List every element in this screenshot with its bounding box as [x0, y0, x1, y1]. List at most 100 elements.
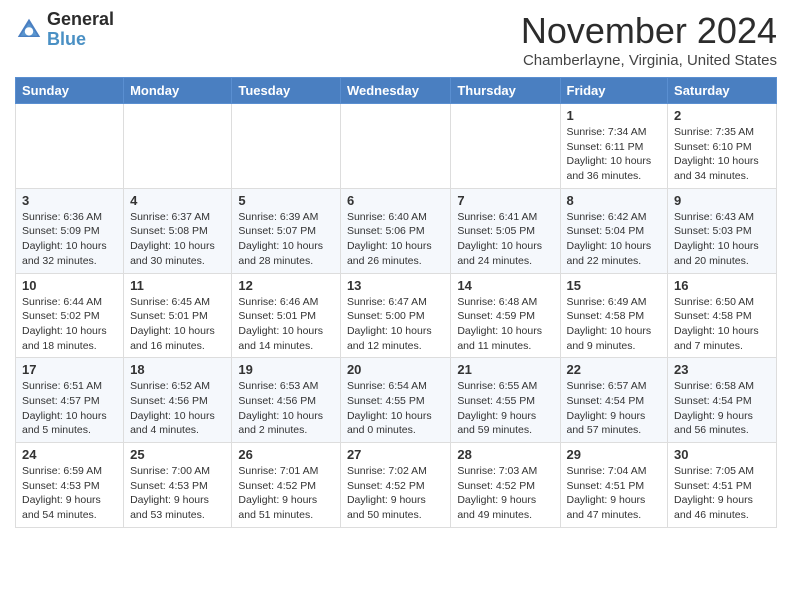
day-number: 9: [674, 193, 770, 208]
day-number: 5: [238, 193, 334, 208]
logo: General Blue: [15, 10, 114, 50]
col-tuesday: Tuesday: [232, 78, 341, 104]
day-info: Sunrise: 6:39 AM Sunset: 5:07 PM Dayligh…: [238, 210, 334, 269]
day-number: 27: [347, 447, 444, 462]
day-info: Sunrise: 6:40 AM Sunset: 5:06 PM Dayligh…: [347, 210, 444, 269]
day-info: Sunrise: 6:42 AM Sunset: 5:04 PM Dayligh…: [567, 210, 662, 269]
day-number: 21: [457, 362, 553, 377]
day-number: 10: [22, 278, 117, 293]
day-number: 20: [347, 362, 444, 377]
day-info: Sunrise: 6:44 AM Sunset: 5:02 PM Dayligh…: [22, 295, 117, 354]
day-cell-1-5: 8 Sunrise: 6:42 AM Sunset: 5:04 PM Daylig…: [560, 188, 668, 273]
day-cell-1-0: 3 Sunrise: 6:36 AM Sunset: 5:09 PM Daylig…: [16, 188, 124, 273]
day-info: Sunrise: 6:54 AM Sunset: 4:55 PM Dayligh…: [347, 379, 444, 438]
day-cell-3-5: 22 Sunrise: 6:57 AM Sunset: 4:54 PM Dayli…: [560, 358, 668, 443]
day-info: Sunrise: 6:58 AM Sunset: 4:54 PM Dayligh…: [674, 379, 770, 438]
col-saturday: Saturday: [668, 78, 777, 104]
day-number: 2: [674, 108, 770, 123]
day-cell-3-6: 23 Sunrise: 6:58 AM Sunset: 4:54 PM Dayli…: [668, 358, 777, 443]
day-cell-1-6: 9 Sunrise: 6:43 AM Sunset: 5:03 PM Daylig…: [668, 188, 777, 273]
day-info: Sunrise: 7:04 AM Sunset: 4:51 PM Dayligh…: [567, 464, 662, 523]
day-cell-2-2: 12 Sunrise: 6:46 AM Sunset: 5:01 PM Dayli…: [232, 273, 341, 358]
calendar-header-row: Sunday Monday Tuesday Wednesday Thursday…: [16, 78, 777, 104]
day-cell-2-6: 16 Sunrise: 6:50 AM Sunset: 4:58 PM Dayli…: [668, 273, 777, 358]
day-cell-3-3: 20 Sunrise: 6:54 AM Sunset: 4:55 PM Dayli…: [340, 358, 450, 443]
day-number: 8: [567, 193, 662, 208]
day-cell-0-6: 2 Sunrise: 7:35 AM Sunset: 6:10 PM Daylig…: [668, 104, 777, 189]
day-number: 30: [674, 447, 770, 462]
day-info: Sunrise: 6:36 AM Sunset: 5:09 PM Dayligh…: [22, 210, 117, 269]
page: General Blue November 2024 Chamberlayne,…: [0, 0, 792, 538]
day-info: Sunrise: 7:35 AM Sunset: 6:10 PM Dayligh…: [674, 125, 770, 184]
day-number: 7: [457, 193, 553, 208]
day-info: Sunrise: 6:46 AM Sunset: 5:01 PM Dayligh…: [238, 295, 334, 354]
day-info: Sunrise: 6:57 AM Sunset: 4:54 PM Dayligh…: [567, 379, 662, 438]
day-number: 14: [457, 278, 553, 293]
calendar: Sunday Monday Tuesday Wednesday Thursday…: [15, 77, 777, 528]
day-number: 11: [130, 278, 225, 293]
day-number: 19: [238, 362, 334, 377]
week-row-3: 10 Sunrise: 6:44 AM Sunset: 5:02 PM Dayli…: [16, 273, 777, 358]
day-info: Sunrise: 7:00 AM Sunset: 4:53 PM Dayligh…: [130, 464, 225, 523]
day-number: 23: [674, 362, 770, 377]
day-cell-0-5: 1 Sunrise: 7:34 AM Sunset: 6:11 PM Daylig…: [560, 104, 668, 189]
week-row-2: 3 Sunrise: 6:36 AM Sunset: 5:09 PM Daylig…: [16, 188, 777, 273]
day-number: 24: [22, 447, 117, 462]
week-row-5: 24 Sunrise: 6:59 AM Sunset: 4:53 PM Dayli…: [16, 443, 777, 528]
logo-icon: [15, 16, 43, 44]
week-row-1: 1 Sunrise: 7:34 AM Sunset: 6:11 PM Daylig…: [16, 104, 777, 189]
day-info: Sunrise: 6:43 AM Sunset: 5:03 PM Dayligh…: [674, 210, 770, 269]
week-row-4: 17 Sunrise: 6:51 AM Sunset: 4:57 PM Dayli…: [16, 358, 777, 443]
month-title: November 2024: [521, 10, 777, 52]
day-cell-3-0: 17 Sunrise: 6:51 AM Sunset: 4:57 PM Dayli…: [16, 358, 124, 443]
day-number: 22: [567, 362, 662, 377]
day-info: Sunrise: 6:51 AM Sunset: 4:57 PM Dayligh…: [22, 379, 117, 438]
logo-text: General Blue: [47, 10, 114, 50]
col-friday: Friday: [560, 78, 668, 104]
col-thursday: Thursday: [451, 78, 560, 104]
day-cell-2-0: 10 Sunrise: 6:44 AM Sunset: 5:02 PM Dayli…: [16, 273, 124, 358]
day-info: Sunrise: 6:59 AM Sunset: 4:53 PM Dayligh…: [22, 464, 117, 523]
day-info: Sunrise: 6:55 AM Sunset: 4:55 PM Dayligh…: [457, 379, 553, 438]
day-cell-4-1: 25Sunrise: 7:00 AM Sunset: 4:53 PM Dayli…: [124, 443, 232, 528]
day-info: Sunrise: 6:50 AM Sunset: 4:58 PM Dayligh…: [674, 295, 770, 354]
location: Chamberlayne, Virginia, United States: [521, 52, 777, 69]
day-cell-3-1: 18Sunrise: 6:52 AM Sunset: 4:56 PM Dayli…: [124, 358, 232, 443]
day-cell-2-5: 15Sunrise: 6:49 AM Sunset: 4:58 PM Dayli…: [560, 273, 668, 358]
day-info: Sunrise: 6:49 AM Sunset: 4:58 PM Dayligh…: [567, 295, 662, 354]
day-number: 12: [238, 278, 334, 293]
day-info: Sunrise: 6:48 AM Sunset: 4:59 PM Dayligh…: [457, 295, 553, 354]
day-info: Sunrise: 7:05 AM Sunset: 4:51 PM Dayligh…: [674, 464, 770, 523]
day-info: Sunrise: 7:02 AM Sunset: 4:52 PM Dayligh…: [347, 464, 444, 523]
day-cell-0-0: [16, 104, 124, 189]
day-number: 4: [130, 193, 225, 208]
day-number: 3: [22, 193, 117, 208]
day-cell-1-3: 6Sunrise: 6:40 AM Sunset: 5:06 PM Daylig…: [340, 188, 450, 273]
day-cell-4-2: 26 Sunrise: 7:01 AM Sunset: 4:52 PM Dayli…: [232, 443, 341, 528]
day-info: Sunrise: 7:03 AM Sunset: 4:52 PM Dayligh…: [457, 464, 553, 523]
day-number: 17: [22, 362, 117, 377]
day-info: Sunrise: 6:52 AM Sunset: 4:56 PM Dayligh…: [130, 379, 225, 438]
day-info: Sunrise: 7:34 AM Sunset: 6:11 PM Dayligh…: [567, 125, 662, 184]
day-cell-0-4: [451, 104, 560, 189]
logo-line1: General: [47, 10, 114, 30]
day-cell-2-3: 13 Sunrise: 6:47 AM Sunset: 5:00 PM Dayli…: [340, 273, 450, 358]
day-info: Sunrise: 7:01 AM Sunset: 4:52 PM Dayligh…: [238, 464, 334, 523]
day-cell-0-3: [340, 104, 450, 189]
day-cell-2-1: 11 Sunrise: 6:45 AM Sunset: 5:01 PM Dayli…: [124, 273, 232, 358]
day-cell-4-4: 28Sunrise: 7:03 AM Sunset: 4:52 PM Dayli…: [451, 443, 560, 528]
day-cell-0-1: [124, 104, 232, 189]
day-number: 13: [347, 278, 444, 293]
day-cell-4-5: 29 Sunrise: 7:04 AM Sunset: 4:51 PM Dayli…: [560, 443, 668, 528]
day-info: Sunrise: 6:45 AM Sunset: 5:01 PM Dayligh…: [130, 295, 225, 354]
day-number: 29: [567, 447, 662, 462]
day-info: Sunrise: 6:53 AM Sunset: 4:56 PM Dayligh…: [238, 379, 334, 438]
day-info: Sunrise: 6:37 AM Sunset: 5:08 PM Dayligh…: [130, 210, 225, 269]
header: General Blue November 2024 Chamberlayne,…: [15, 10, 777, 69]
day-number: 26: [238, 447, 334, 462]
day-info: Sunrise: 6:47 AM Sunset: 5:00 PM Dayligh…: [347, 295, 444, 354]
day-number: 16: [674, 278, 770, 293]
day-info: Sunrise: 6:41 AM Sunset: 5:05 PM Dayligh…: [457, 210, 553, 269]
day-number: 1: [567, 108, 662, 123]
day-cell-3-2: 19 Sunrise: 6:53 AM Sunset: 4:56 PM Dayli…: [232, 358, 341, 443]
